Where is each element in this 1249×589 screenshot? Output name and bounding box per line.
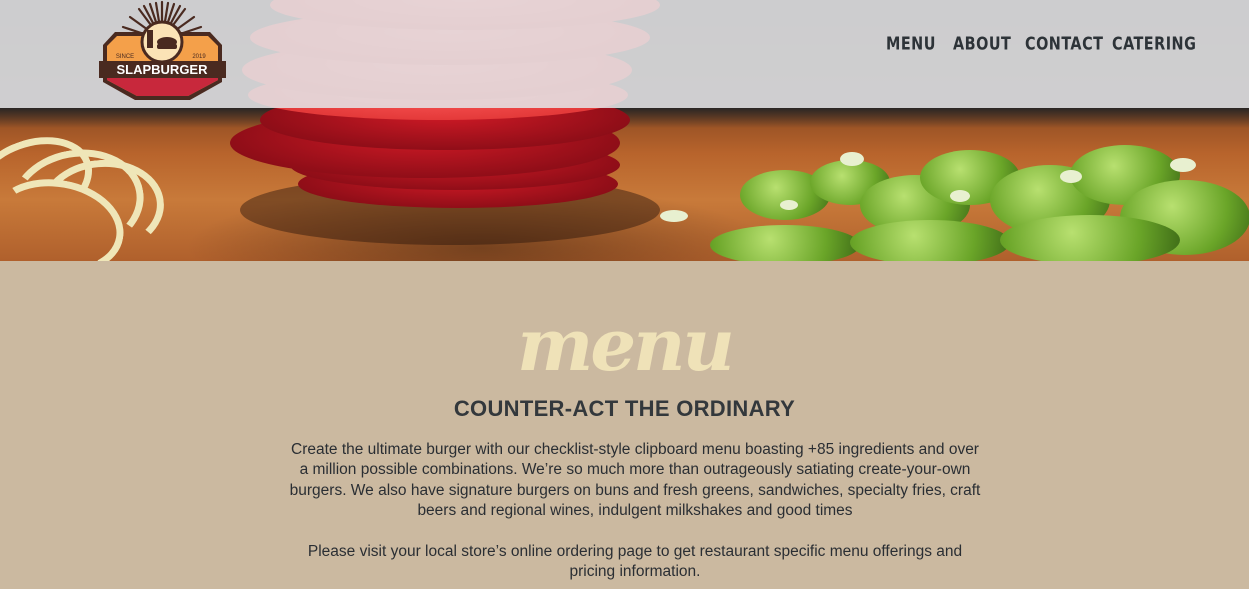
- logo-year: 2019: [192, 54, 206, 60]
- chopped-lettuce: [660, 140, 1249, 261]
- section-script-title: menu: [517, 302, 735, 387]
- nav-catering[interactable]: CATERING: [1112, 33, 1196, 54]
- site-header: SLAPBURGER SINCE 2019 MENU ABOUT CONTACT…: [0, 0, 1249, 108]
- main-nav: MENU ABOUT CONTACT CATERING: [0, 33, 1249, 54]
- ordering-info: Please visit your local store’s online o…: [307, 543, 963, 581]
- logo-brand-name: SLAPBURGER: [116, 62, 208, 77]
- onion-rings: [0, 121, 180, 261]
- logo-since: SINCE: [116, 54, 134, 60]
- nav-menu[interactable]: MENU: [886, 33, 936, 54]
- nav-about[interactable]: ABOUT: [953, 33, 1011, 54]
- section-tagline: COUNTER-ACT THE ORDINARY: [453, 396, 796, 421]
- nav-contact[interactable]: CONTACT: [1025, 33, 1103, 54]
- menu-description: Create the ultimate burger with our chec…: [289, 441, 981, 519]
